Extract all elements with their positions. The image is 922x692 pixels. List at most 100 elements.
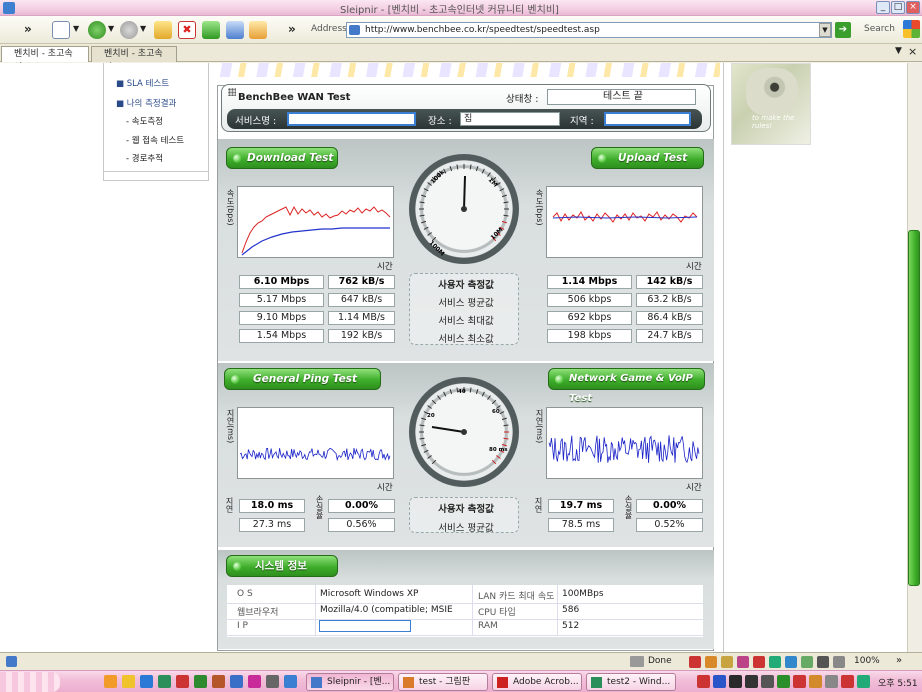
tab-benchbee-1[interactable]: 벤치비 - 초고속인... xyxy=(1,46,89,73)
voip-delay-cell: 78.5 ms xyxy=(548,518,614,532)
gauge-tick xyxy=(419,214,425,217)
address-field[interactable]: http://www.benchbee.co.kr/speedtest/spee… xyxy=(346,22,832,38)
gauge-tick xyxy=(421,443,427,447)
ping-graph-svg xyxy=(239,447,391,462)
tray-icon[interactable] xyxy=(793,675,806,688)
task-paint[interactable]: test - 그림판 xyxy=(398,673,488,691)
toolbar-chevron[interactable]: » xyxy=(288,22,296,36)
close-button[interactable]: × xyxy=(906,1,920,14)
task-sleipnir[interactable]: Sleipnir - [벤... xyxy=(306,673,394,691)
loss-label: 손실율 xyxy=(315,495,324,519)
system-info-button[interactable]: 시스템 정보 xyxy=(226,555,338,577)
quick-launch-icon[interactable] xyxy=(122,675,135,688)
quick-launch-icon[interactable] xyxy=(284,675,297,688)
status-tool-icon[interactable] xyxy=(785,656,797,668)
sidebar-item-web-test[interactable]: - 웹 접속 테스트 xyxy=(126,134,184,146)
address-label: Address xyxy=(311,24,347,34)
quick-launch-icon[interactable] xyxy=(230,675,243,688)
start-button[interactable] xyxy=(0,672,60,692)
tray-icon[interactable] xyxy=(825,675,838,688)
tray-icon[interactable] xyxy=(761,675,774,688)
stop-icon[interactable]: ✖ xyxy=(178,21,196,39)
toolbar-chevron[interactable]: » xyxy=(24,22,32,36)
up-icon[interactable] xyxy=(154,21,172,39)
gauge-tick xyxy=(427,232,432,236)
tray-icon[interactable] xyxy=(697,675,710,688)
status-tool-icon[interactable] xyxy=(737,656,749,668)
place-label: 장소 : xyxy=(428,116,452,127)
status-tool-icon[interactable] xyxy=(705,656,717,668)
tray-icon[interactable] xyxy=(777,675,790,688)
dropdown-icon[interactable]: ▼ xyxy=(140,24,146,33)
dropdown-icon[interactable]: ▼ xyxy=(108,24,114,33)
status-tool-icon[interactable] xyxy=(689,656,701,668)
status-tool-icon[interactable] xyxy=(833,656,845,668)
tab-menu-icon[interactable]: ▼ xyxy=(895,46,902,56)
provider-field[interactable] xyxy=(287,112,416,126)
quick-launch-icon[interactable] xyxy=(104,675,117,688)
sidebar-item-speed-test[interactable]: - 속도측정 xyxy=(126,115,163,127)
side-ad-image[interactable]: to make the rules! xyxy=(731,63,811,145)
sidebar-item-traceroute[interactable]: - 경로추적 xyxy=(126,152,163,164)
page-content: ■ SLA 테스트 ■ 나의 측정결과 - 속도측정 - 웹 접속 테스트 - … xyxy=(0,63,907,652)
tray-icon[interactable] xyxy=(841,675,854,688)
tab-close-icon[interactable]: × xyxy=(908,45,917,58)
task-test2[interactable]: test2 - Wind... xyxy=(586,673,676,691)
back-icon[interactable] xyxy=(88,21,106,39)
voip-loss-cell: 0.52% xyxy=(636,518,703,532)
tray-icon[interactable] xyxy=(809,675,822,688)
gauge-tick xyxy=(469,387,472,393)
tray-icon[interactable] xyxy=(729,675,742,688)
quick-launch-icon[interactable] xyxy=(194,675,207,688)
quick-launch-icon[interactable] xyxy=(140,675,153,688)
title-bar: Sleipnir - [벤치비 - 초고속인터넷 커뮤니티 벤치비] _ □ × xyxy=(0,0,922,16)
zoom-level[interactable]: 100% xyxy=(854,656,880,666)
status-chevron[interactable]: » xyxy=(896,655,902,666)
tray-icon[interactable] xyxy=(745,675,758,688)
tray-icon[interactable] xyxy=(713,675,726,688)
table-row-divider xyxy=(227,619,703,620)
tab-benchbee-2[interactable]: 벤치비 - 초고속인... xyxy=(91,46,177,73)
scrollbar-thumb[interactable] xyxy=(908,230,920,586)
quick-launch-icon[interactable] xyxy=(212,675,225,688)
sidebar-item-sla[interactable]: ■ SLA 테스트 xyxy=(116,77,169,89)
address-dropdown-button[interactable]: ▼ xyxy=(819,23,831,37)
status-tool-icon[interactable] xyxy=(817,656,829,668)
gauge-label-1m: 1M xyxy=(487,176,499,188)
minimize-button[interactable]: _ xyxy=(876,1,890,14)
page-favicon xyxy=(349,25,360,35)
network-game-voip-test-button[interactable]: Network Game & VoIP Test xyxy=(548,368,705,404)
quick-launch-icon[interactable] xyxy=(176,675,189,688)
tray-icon[interactable] xyxy=(857,675,870,688)
status-tool-icon[interactable] xyxy=(721,656,733,668)
quick-launch-icon[interactable] xyxy=(266,675,279,688)
refresh-all-icon[interactable] xyxy=(226,21,244,39)
maximize-button[interactable]: □ xyxy=(891,1,905,14)
quick-launch-icon[interactable] xyxy=(248,675,261,688)
clock: 오후 5:51 xyxy=(878,679,918,689)
dropdown-icon[interactable]: ▼ xyxy=(73,24,79,33)
upload-test-button[interactable]: Upload Test xyxy=(591,147,704,169)
sidebar-item-my-results[interactable]: ■ 나의 측정결과 xyxy=(116,97,176,109)
quick-launch-icon[interactable] xyxy=(158,675,171,688)
delay-label: 지연 xyxy=(225,497,234,513)
refresh-icon[interactable] xyxy=(202,21,220,39)
forward-icon[interactable] xyxy=(120,21,138,39)
upload-mbps-cell: 506 kbps xyxy=(547,293,632,307)
status-tool-icon[interactable] xyxy=(753,656,765,668)
status-tool-icon[interactable] xyxy=(769,656,781,668)
new-page-icon[interactable] xyxy=(52,21,70,39)
status-tool-icon[interactable] xyxy=(801,656,813,668)
home-icon[interactable] xyxy=(249,21,267,39)
task-acrobat[interactable]: Adobe Acrob... xyxy=(492,673,582,691)
ip-field[interactable] xyxy=(319,620,411,632)
gauge-tick xyxy=(499,411,505,415)
download-test-button[interactable]: Download Test xyxy=(226,147,338,169)
general-ping-test-button[interactable]: General Ping Test xyxy=(224,368,381,390)
search-label[interactable]: Search xyxy=(864,24,895,34)
go-button[interactable]: ➔ xyxy=(835,22,851,38)
region-field[interactable] xyxy=(604,112,691,126)
place-field[interactable]: 집 xyxy=(460,112,560,126)
face-image xyxy=(746,68,798,116)
gauge-tick xyxy=(431,459,437,465)
